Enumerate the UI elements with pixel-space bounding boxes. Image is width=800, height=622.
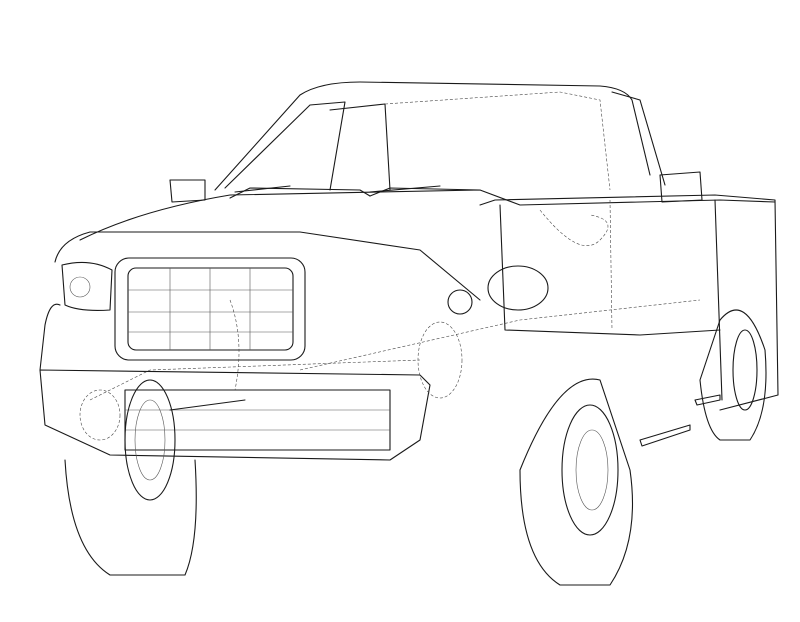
left-mirror xyxy=(169,179,206,203)
front-bumper xyxy=(39,369,431,461)
truck-wireframe-drawing xyxy=(39,81,779,586)
truck-body xyxy=(39,81,779,461)
left-headlight xyxy=(61,261,113,311)
wheels xyxy=(64,309,767,586)
front-right-wheel xyxy=(519,378,634,586)
right-mirror xyxy=(659,171,703,203)
